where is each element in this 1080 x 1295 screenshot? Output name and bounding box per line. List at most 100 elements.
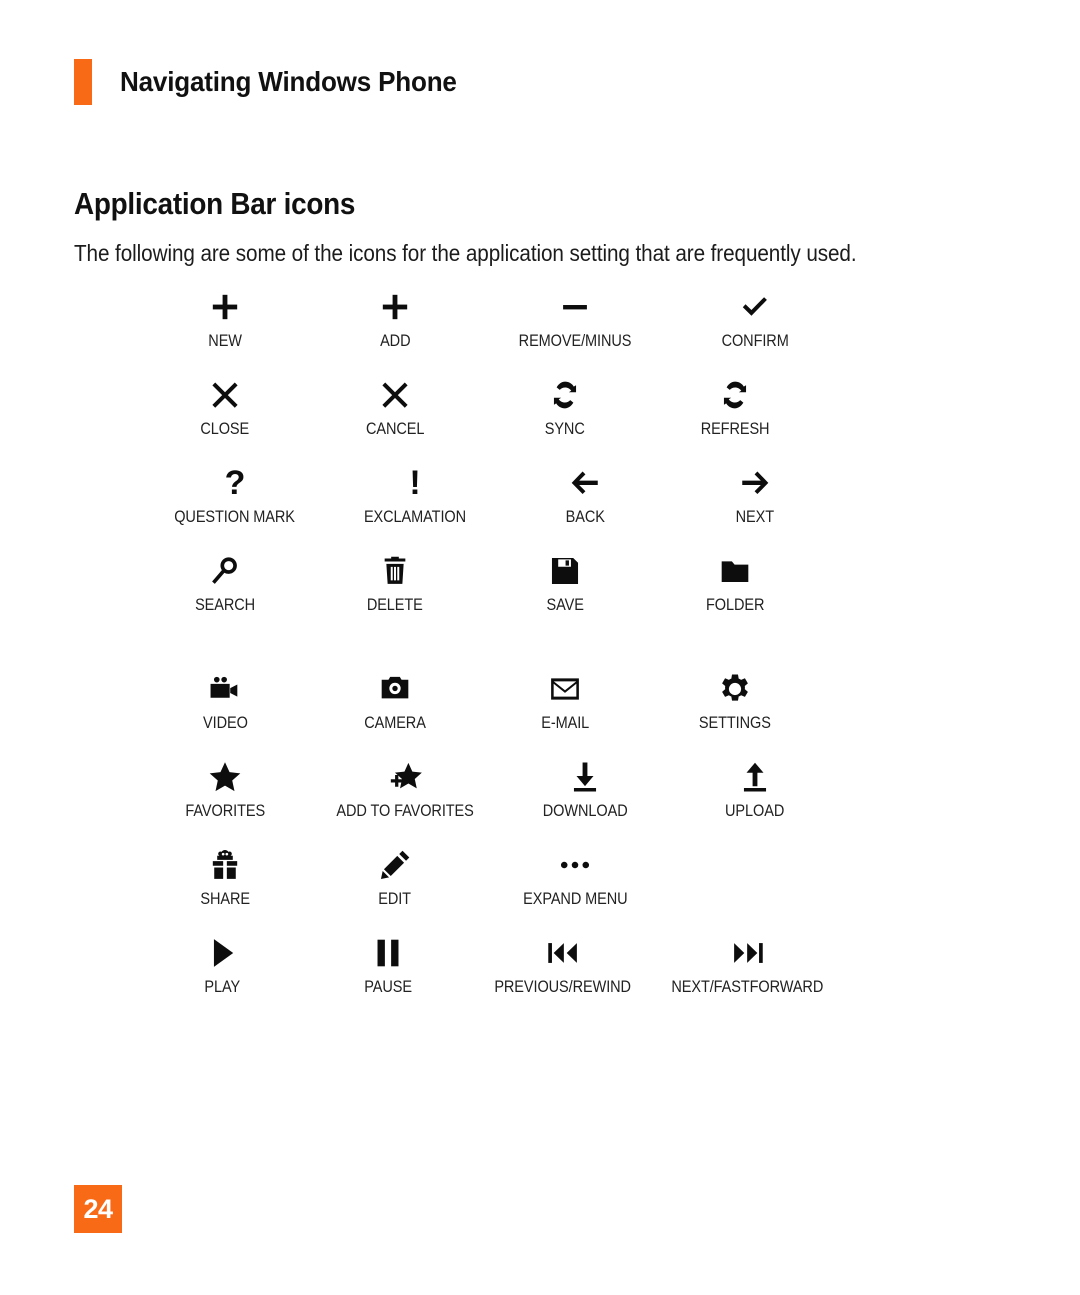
icon-row: SEARCH DELETE SAVE FOLDER bbox=[140, 550, 840, 638]
icon-label: REMOVE/MINUS bbox=[518, 332, 632, 350]
question-mark-icon: ? bbox=[224, 464, 246, 502]
icon-cell-play[interactable]: PLAY bbox=[140, 932, 305, 1020]
icon-label: CANCEL bbox=[365, 420, 425, 438]
icon-row: NEW ADD REMOVE/MINUS CONFIRM bbox=[140, 286, 840, 374]
icon-cell-folder[interactable]: FOLDER bbox=[650, 550, 820, 638]
previous-rewind-icon bbox=[546, 932, 580, 974]
icon-cell-share[interactable]: SHARE bbox=[140, 844, 310, 932]
icon-label: BACK bbox=[565, 508, 605, 526]
icon-label: SHARE bbox=[200, 890, 250, 908]
icon-row: PLAY PAUSE PREVIOUS/REWIND NEXT/FASTFORWARD bbox=[140, 932, 840, 1020]
icon-cell-refresh[interactable]: REFRESH bbox=[650, 374, 820, 462]
arrow-left-icon bbox=[568, 462, 602, 504]
icon-label: EDIT bbox=[378, 890, 412, 908]
icon-cell-close[interactable]: CLOSE bbox=[140, 374, 310, 462]
search-icon bbox=[208, 550, 242, 592]
icon-cell-confirm[interactable]: CONFIRM bbox=[670, 286, 840, 374]
header-accent-bar bbox=[74, 59, 92, 105]
icon-cell-upload[interactable]: UPLOAD bbox=[670, 756, 840, 844]
icon-cell-camera[interactable]: CAMERA bbox=[310, 668, 480, 756]
ellipsis-icon bbox=[558, 844, 592, 886]
star-plus-icon bbox=[388, 756, 422, 798]
icon-label: FAVORITES bbox=[185, 802, 265, 820]
icon-cell-favorites[interactable]: FAVORITES bbox=[140, 756, 310, 844]
video-camera-icon bbox=[208, 668, 242, 710]
icon-label: CLOSE bbox=[200, 420, 250, 438]
minus-icon bbox=[558, 286, 592, 328]
icon-row: FAVORITES ADD TO FAVORITES DOWNLOAD UPLOAD bbox=[140, 756, 840, 844]
icon-label: PREVIOUS/REWIND bbox=[494, 978, 632, 996]
icon-cell-next[interactable]: NEXT bbox=[670, 462, 840, 550]
icon-label: EXCLAMATION bbox=[363, 508, 467, 526]
pencil-icon bbox=[378, 844, 412, 886]
icon-cell-delete[interactable]: DELETE bbox=[310, 550, 480, 638]
icon-cell-save[interactable]: SAVE bbox=[480, 550, 650, 638]
icon-label: E-MAIL bbox=[541, 714, 589, 732]
gift-icon bbox=[208, 844, 242, 886]
arrow-right-icon bbox=[738, 462, 772, 504]
icon-cell-add[interactable]: ADD bbox=[310, 286, 480, 374]
icon-label: SETTINGS bbox=[699, 714, 771, 732]
envelope-icon bbox=[548, 668, 582, 710]
icon-label: VIDEO bbox=[202, 714, 248, 732]
icon-cell-cancel[interactable]: CANCEL bbox=[310, 374, 480, 462]
icon-row: ? QUESTION MARK! EXCLAMATION BACK NEXT bbox=[140, 462, 840, 550]
icon-label: CONFIRM bbox=[721, 332, 789, 350]
section-intro-text: The following are some of the icons for … bbox=[74, 240, 857, 266]
icon-cell-search[interactable]: SEARCH bbox=[140, 550, 310, 638]
icon-cell-sync[interactable]: SYNC bbox=[480, 374, 650, 462]
play-icon bbox=[206, 932, 240, 974]
icon-cell-pause[interactable]: PAUSE bbox=[305, 932, 470, 1020]
icon-label: NEXT/FASTFORWARD bbox=[671, 978, 824, 996]
icon-label: DOWNLOAD bbox=[542, 802, 628, 820]
icon-cell-remove-minus[interactable]: REMOVE/MINUS bbox=[480, 286, 670, 374]
icon-cell-question-mark[interactable]: ? QUESTION MARK bbox=[140, 462, 330, 550]
folder-icon bbox=[718, 550, 752, 592]
header-title: Navigating Windows Phone bbox=[120, 66, 457, 97]
icon-label: NEW bbox=[208, 332, 242, 350]
icon-cell-next-fastforward[interactable]: NEXT/FASTFORWARD bbox=[655, 932, 840, 1020]
icon-label: ADD TO FAVORITES bbox=[336, 802, 474, 820]
exclamation-icon: ! bbox=[409, 464, 421, 502]
sync-icon bbox=[548, 374, 582, 416]
close-x-icon bbox=[208, 374, 242, 416]
plus-icon bbox=[378, 286, 412, 328]
refresh-icon bbox=[718, 374, 752, 416]
icon-label: REFRESH bbox=[700, 420, 770, 438]
icon-row: CLOSE CANCEL SYNC REFRESH bbox=[140, 374, 840, 462]
icon-cell-expand-menu[interactable]: EXPAND MENU bbox=[480, 844, 670, 932]
icon-row: VIDEO CAMERA E-MAIL SETTINGS bbox=[140, 668, 840, 756]
page-title: Application Bar icons bbox=[74, 186, 356, 221]
next-fastforward-icon bbox=[731, 932, 765, 974]
running-header: Navigating Windows Phone bbox=[74, 58, 482, 106]
icon-label: QUESTION MARK bbox=[174, 508, 296, 526]
icon-label: PAUSE bbox=[364, 978, 412, 996]
pause-icon bbox=[371, 932, 405, 974]
close-x-icon bbox=[378, 374, 412, 416]
page-number-badge: 24 bbox=[74, 1185, 122, 1233]
icon-label: UPLOAD bbox=[725, 802, 785, 820]
icon-label: SYNC bbox=[544, 420, 585, 438]
icon-label: SAVE bbox=[546, 596, 584, 614]
camera-icon bbox=[378, 668, 412, 710]
icon-label: NEXT bbox=[735, 508, 775, 526]
check-icon bbox=[738, 286, 772, 328]
gear-icon bbox=[718, 668, 752, 710]
icon-cell-download[interactable]: DOWNLOAD bbox=[500, 756, 670, 844]
plus-icon bbox=[208, 286, 242, 328]
icon-cell-settings[interactable]: SETTINGS bbox=[650, 668, 820, 756]
icon-cell-video[interactable]: VIDEO bbox=[140, 668, 310, 756]
icon-row: SHARE EDIT EXPAND MENU bbox=[140, 844, 840, 932]
icon-cell-back[interactable]: BACK bbox=[500, 462, 670, 550]
icon-label: FOLDER bbox=[705, 596, 765, 614]
icon-cell-previous-rewind[interactable]: PREVIOUS/REWIND bbox=[471, 932, 656, 1020]
icon-cell-e-mail[interactable]: E-MAIL bbox=[480, 668, 650, 756]
icon-cell-edit[interactable]: EDIT bbox=[310, 844, 480, 932]
icon-label: ADD bbox=[379, 332, 411, 350]
icon-cell-exclamation[interactable]: ! EXCLAMATION bbox=[330, 462, 500, 550]
icon-cell-add-to-favorites[interactable]: ADD TO FAVORITES bbox=[310, 756, 500, 844]
icon-cell-new[interactable]: NEW bbox=[140, 286, 310, 374]
star-icon bbox=[208, 756, 242, 798]
trash-icon bbox=[378, 550, 412, 592]
icon-label: SEARCH bbox=[194, 596, 255, 614]
